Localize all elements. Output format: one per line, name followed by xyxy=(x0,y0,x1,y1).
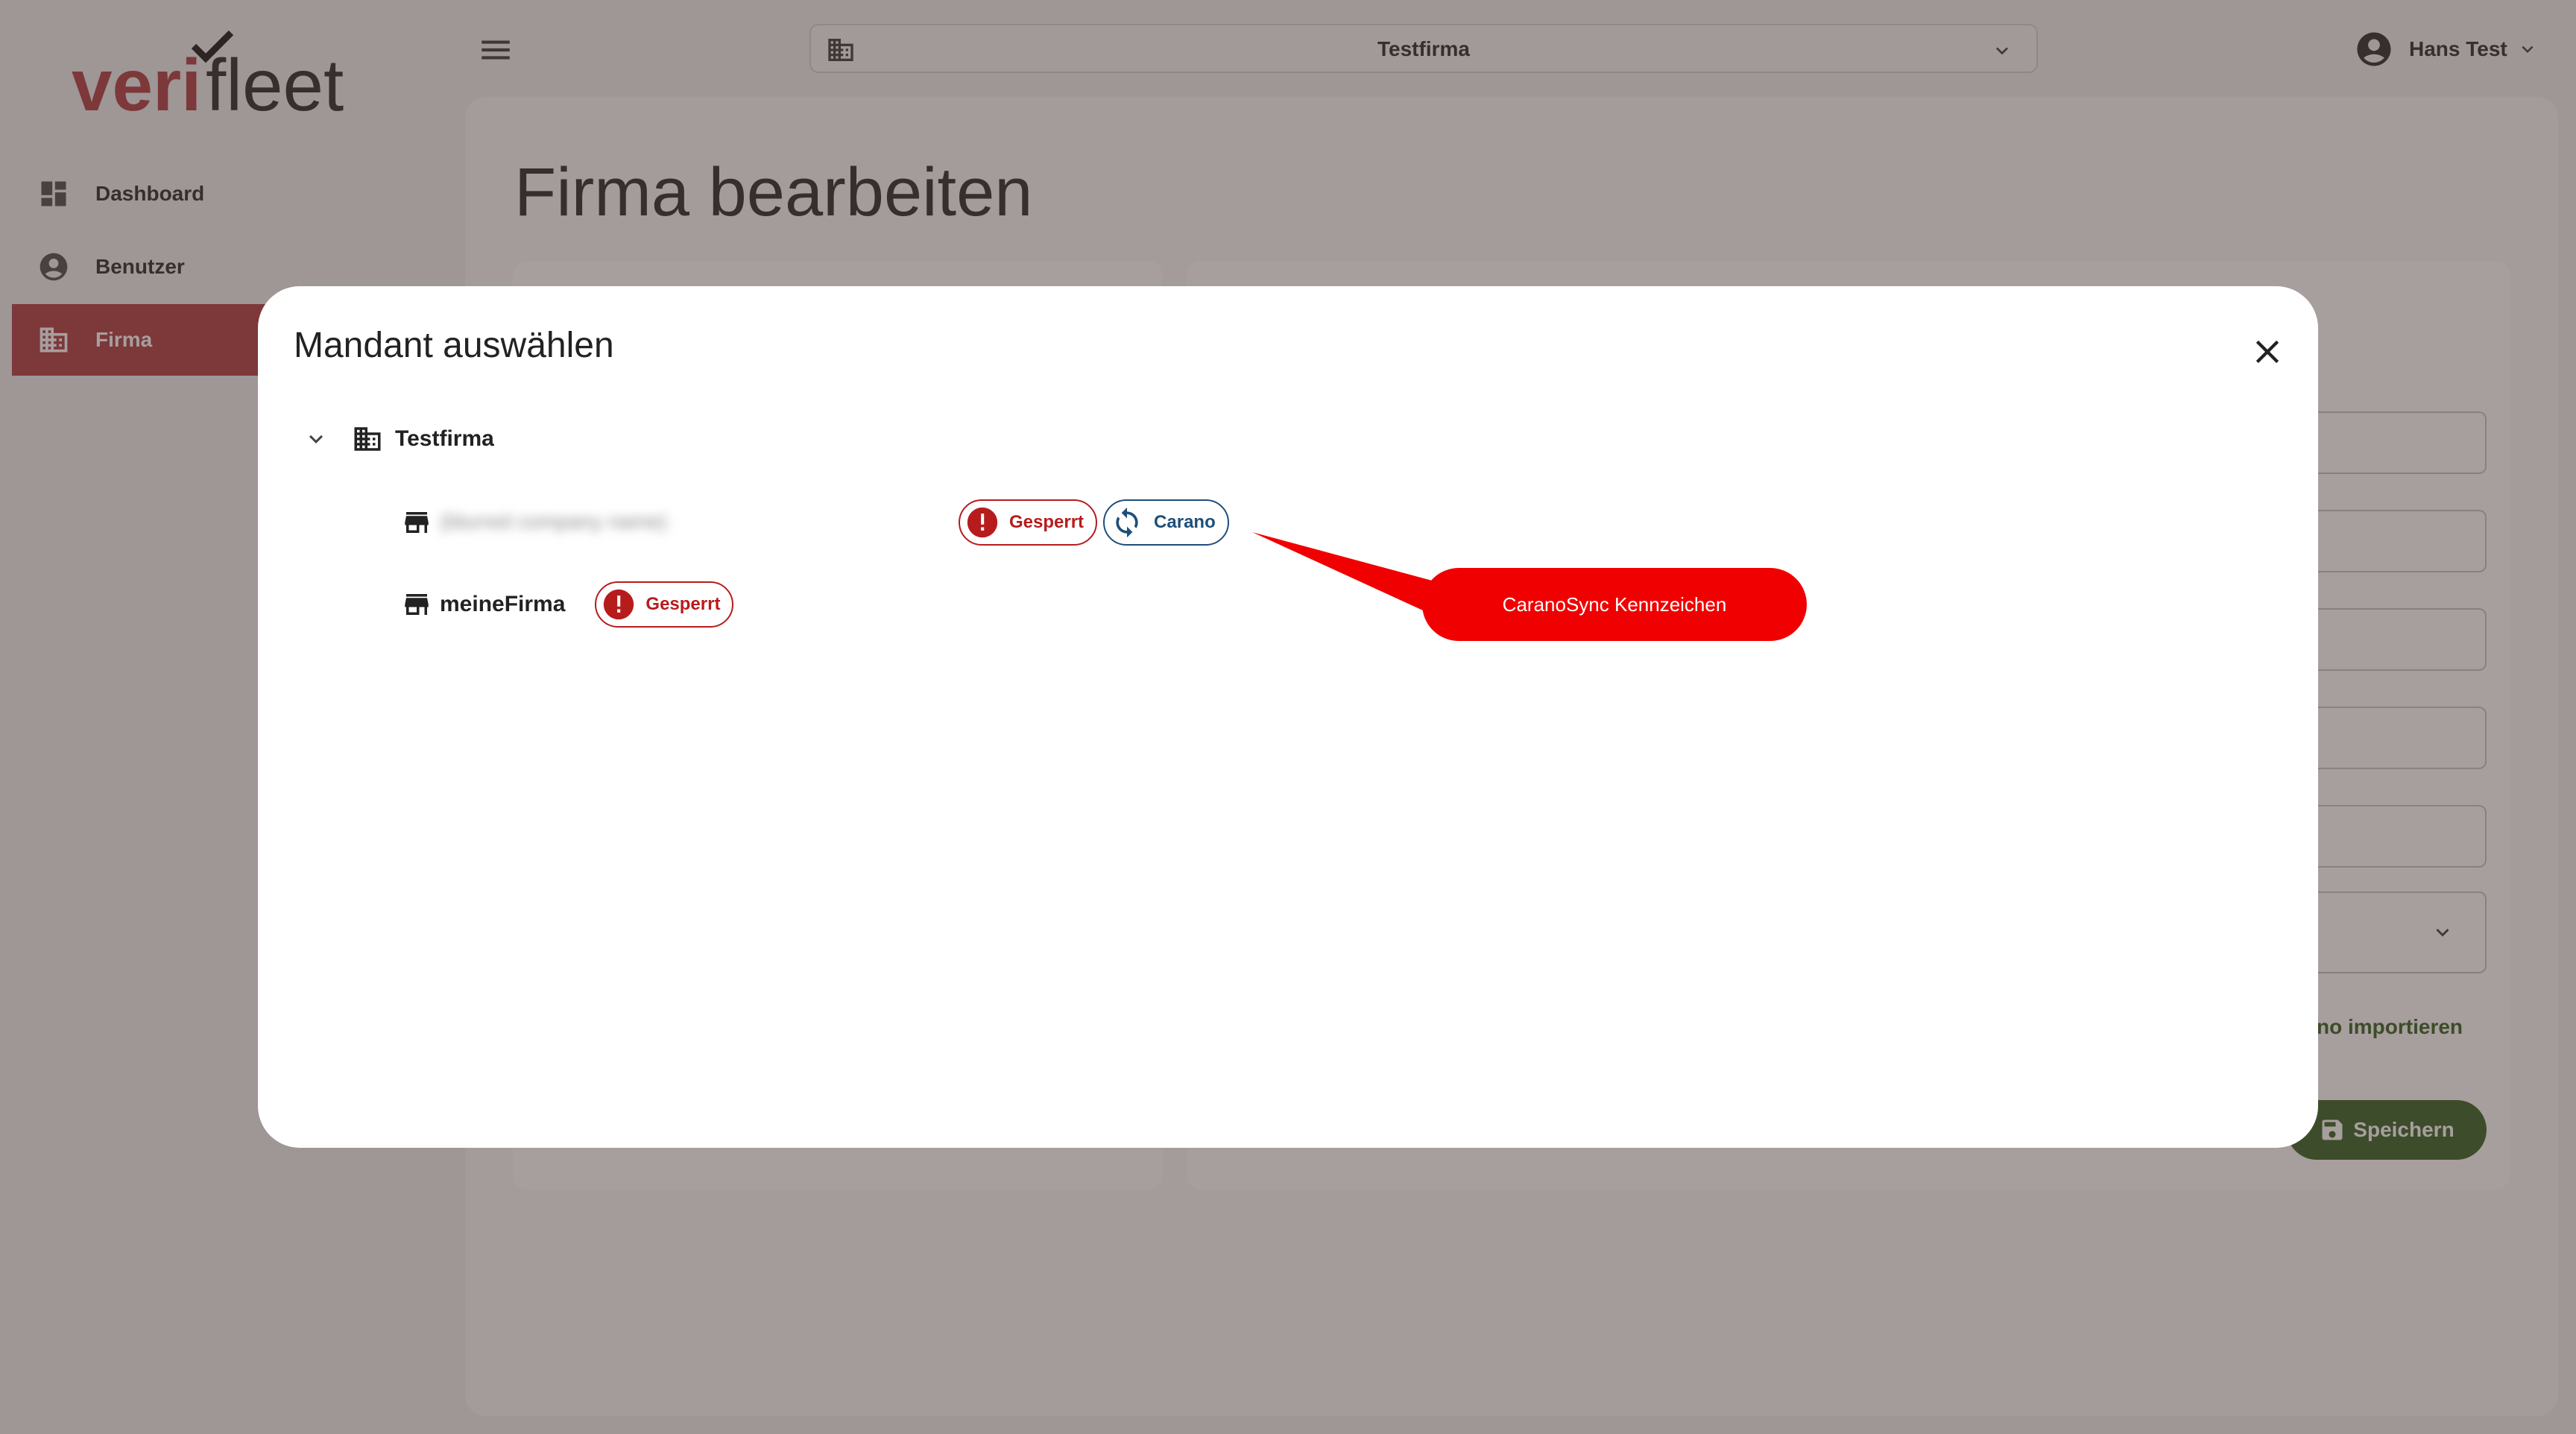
select-tenant-dialog: Mandant auswählen Testfirma (blurred com… xyxy=(258,286,2318,1148)
tree-node-label: meineFirma xyxy=(440,592,566,616)
close-icon[interactable] xyxy=(2248,332,2287,371)
tree-node-child[interactable]: meineFirma Gesperrt xyxy=(401,581,734,628)
store-icon xyxy=(401,589,432,620)
status-badge-label: Carano xyxy=(1154,512,1216,532)
sync-icon xyxy=(1116,507,1138,538)
tree-node-label: Testfirma xyxy=(395,426,494,451)
dialog-title: Mandant auswählen xyxy=(294,326,614,365)
store-icon xyxy=(401,507,432,538)
tree-node-root[interactable]: Testfirma xyxy=(303,423,494,455)
tree-node-child[interactable]: (blurred company name) Gesperrt Carano xyxy=(401,499,1229,546)
error-icon xyxy=(967,507,998,538)
chevron-down-icon[interactable] xyxy=(303,426,329,452)
callout-pointer xyxy=(1252,532,1446,614)
building-icon xyxy=(352,423,383,455)
status-badge-carano: Carano xyxy=(1103,499,1229,546)
status-badge-locked: Gesperrt xyxy=(595,581,734,628)
status-badge-label: Gesperrt xyxy=(1009,512,1085,532)
status-badge-label: Gesperrt xyxy=(645,594,721,614)
error-icon xyxy=(604,589,634,620)
tree-node-label-redacted: (blurred company name) xyxy=(440,510,668,533)
status-badge-locked: Gesperrt xyxy=(959,499,1098,546)
annotation-callout: CaranoSync Kennzeichen xyxy=(1422,568,1807,641)
